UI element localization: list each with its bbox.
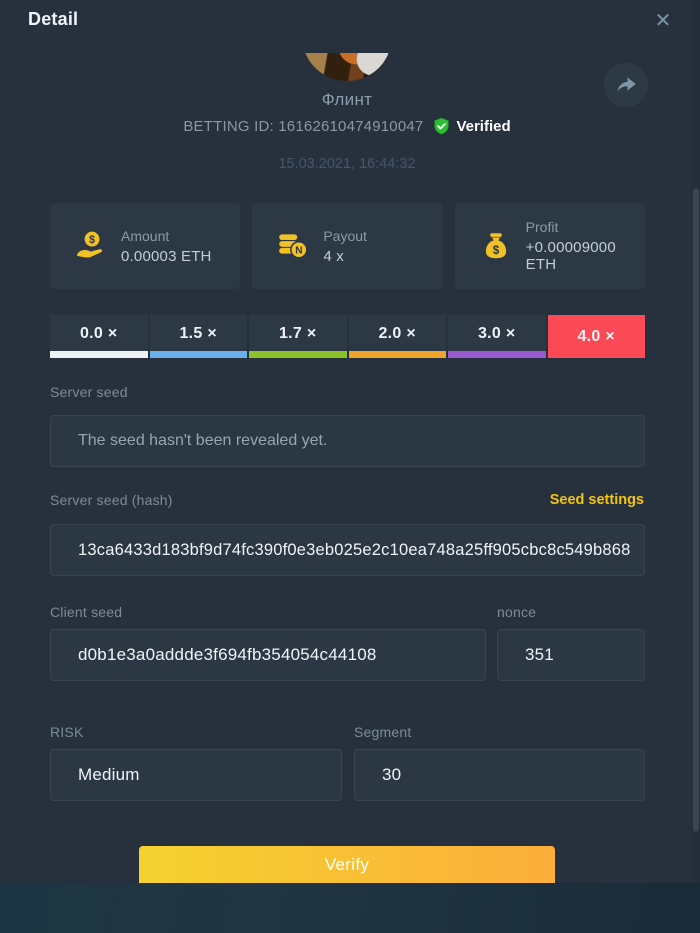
stat-texts: Payout 4 x	[323, 228, 367, 265]
client-seed-input[interactable]: d0b1e3a0addde3f694fb354054c44108	[50, 629, 486, 681]
multiplier-label: 1.5 ×	[179, 325, 217, 349]
seed-settings-link[interactable]: Seed settings	[550, 492, 644, 508]
hand-coin-icon: $	[74, 229, 108, 263]
server-seed-label: Server seed	[50, 384, 128, 400]
betting-id: BETTING ID: 16162610474910047	[183, 118, 423, 135]
user-name: Флинт	[0, 90, 694, 110]
stat-cards: $ Amount 0.00003 ETH N Payout 4 x $ Prof…	[50, 203, 645, 289]
server-seed-hash-label: Server seed (hash)	[50, 492, 173, 508]
svg-text:$: $	[89, 234, 95, 246]
multiplier-color-bar	[349, 351, 447, 358]
multiplier-label: 1.7 ×	[279, 325, 317, 349]
multiplier-color-bar	[249, 351, 347, 358]
multiplier-segments: 0.0 × 1.5 × 1.7 × 2.0 × 3.0 × 4.0 ×	[50, 315, 645, 358]
stat-card-profit: $ Profit +0.00009000 ETH	[455, 203, 645, 289]
multiplier-segment-selected: 4.0 ×	[548, 315, 646, 358]
server-seed-input[interactable]: The seed hasn't been revealed yet.	[50, 415, 645, 467]
verified-label: Verified	[456, 118, 510, 135]
svg-text:N: N	[296, 246, 303, 257]
multiplier-segment-1: 1.5 ×	[150, 315, 248, 358]
scrollbar-thumb[interactable]	[693, 188, 699, 832]
bet-datetime: 15.03.2021, 16:44:32	[0, 156, 694, 172]
stat-texts: Profit +0.00009000 ETH	[526, 219, 645, 273]
verified-badge: Verified	[432, 117, 510, 136]
segment-label: Segment	[354, 724, 411, 740]
multiplier-label: 2.0 ×	[378, 325, 416, 349]
svg-text:$: $	[492, 244, 499, 257]
risk-input[interactable]: Medium	[50, 749, 342, 801]
stat-value: 0.00003 ETH	[121, 248, 212, 265]
multiplier-label: 3.0 ×	[478, 325, 516, 349]
coin-stack-icon: N	[276, 229, 310, 263]
multiplier-label: 4.0 ×	[577, 328, 615, 346]
detail-modal: Detail ✕ Флинт BETTING ID: 1616261047491…	[0, 0, 700, 883]
avatar-image	[302, 53, 392, 81]
nonce-input[interactable]: 351	[497, 629, 645, 681]
verified-shield-icon	[432, 117, 451, 136]
stat-texts: Amount 0.00003 ETH	[121, 228, 212, 265]
risk-label: RISK	[50, 724, 83, 740]
stat-label: Payout	[323, 228, 367, 244]
verify-button[interactable]: Verify	[139, 846, 555, 883]
page-title: Detail	[28, 9, 78, 30]
close-icon[interactable]: ✕	[652, 10, 674, 32]
multiplier-color-bar	[50, 351, 148, 358]
multiplier-color-bar	[448, 351, 546, 358]
stat-card-payout: N Payout 4 x	[252, 203, 442, 289]
stat-label: Amount	[121, 228, 212, 244]
stat-value: +0.00009000 ETH	[526, 239, 645, 273]
multiplier-label: 0.0 ×	[80, 325, 118, 349]
multiplier-segment-4: 3.0 ×	[448, 315, 546, 358]
multiplier-segment-3: 2.0 ×	[349, 315, 447, 358]
stat-value: 4 x	[323, 248, 367, 265]
multiplier-segment-2: 1.7 ×	[249, 315, 347, 358]
client-seed-label: Client seed	[50, 604, 122, 620]
betting-id-row: BETTING ID: 16162610474910047 Verified	[0, 117, 694, 136]
multiplier-color-bar	[150, 351, 248, 358]
stat-card-amount: $ Amount 0.00003 ETH	[50, 203, 240, 289]
stat-label: Profit	[526, 219, 645, 235]
page-background	[0, 883, 700, 933]
avatar	[302, 53, 392, 82]
multiplier-segment-0: 0.0 ×	[50, 315, 148, 358]
server-seed-hash-input[interactable]: 13ca6433d183bf9d74fc390f0e3eb025e2c10ea7…	[50, 524, 645, 576]
nonce-label: nonce	[497, 604, 536, 620]
segment-input[interactable]: 30	[354, 749, 645, 801]
money-bag-icon: $	[479, 229, 513, 263]
